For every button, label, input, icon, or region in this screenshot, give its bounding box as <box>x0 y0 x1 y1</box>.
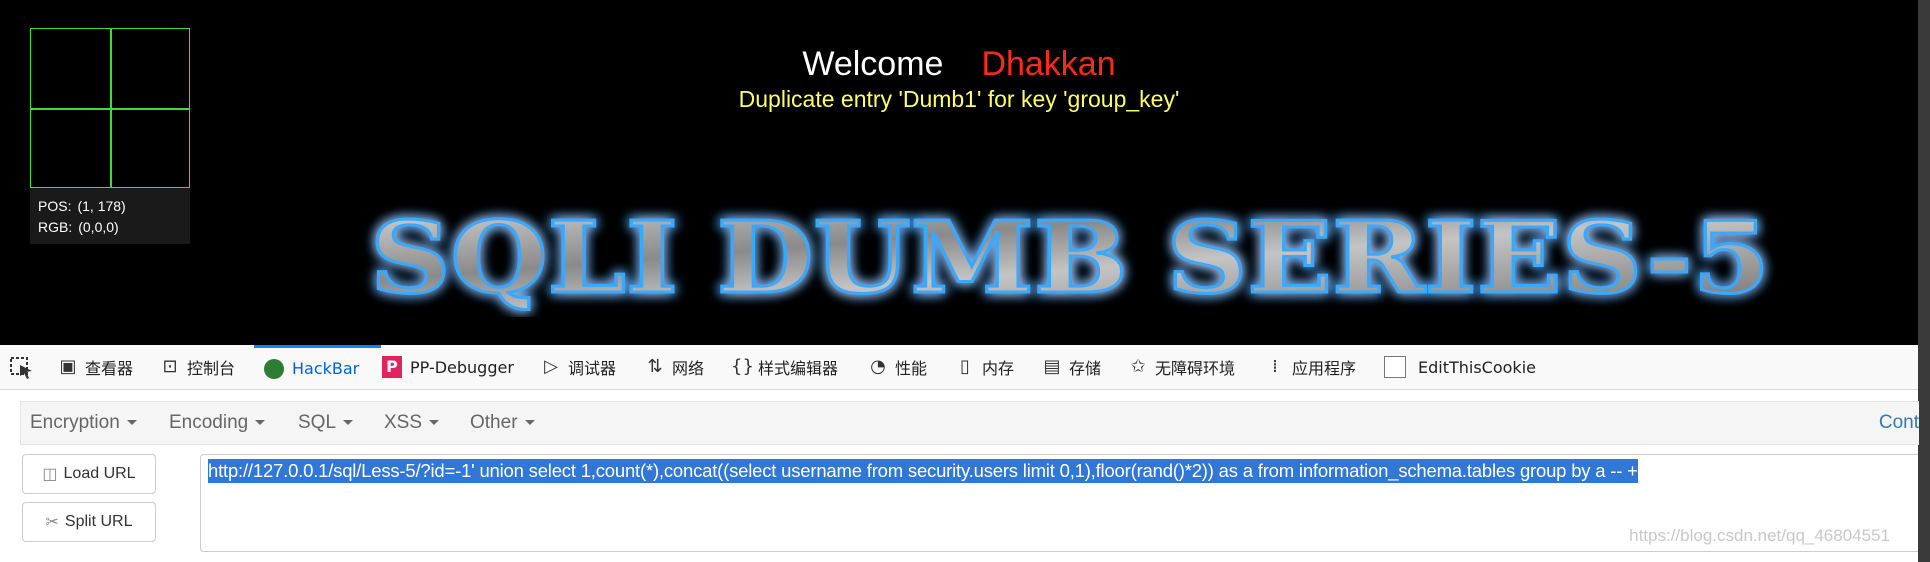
scissors-icon: ✂ <box>45 514 59 531</box>
caret-down-icon <box>255 420 266 426</box>
split-url-button[interactable]: ✂ Split URL <box>22 502 156 542</box>
watermark: https://blog.csdn.net/qq_46804551 <box>1629 526 1890 545</box>
pos-value: (1, 178) <box>77 198 126 214</box>
hackbar-icon <box>264 358 284 379</box>
menu-encryption[interactable]: Encryption <box>30 402 137 444</box>
load-url-button[interactable]: ◫ Load URL <box>22 454 156 494</box>
tab-hackbar[interactable]: HackBar <box>254 345 381 389</box>
welcome-label: Welcome <box>802 45 944 83</box>
storage-icon: ▤ <box>1043 356 1061 377</box>
menu-xss[interactable]: XSS <box>384 402 440 444</box>
inspector-icon: ▣ <box>59 356 77 377</box>
load-icon: ◫ <box>42 466 58 483</box>
magnifier-grid <box>30 28 190 188</box>
debugger-icon: ▷ <box>544 356 558 377</box>
network-icon: ⇅ <box>647 356 663 377</box>
welcome-username: Dhakkan <box>981 45 1116 83</box>
devtools-panel: ▣ 查看器 ⊡ 控制台 HackBar P PP-Debugger ▷ 调试器 ⇅ 网络 … <box>0 345 1919 562</box>
window-edge <box>1918 0 1930 562</box>
caret-down-icon <box>126 420 137 426</box>
hackbar-menu: Encryption Encoding SQL XSS Other Cont <box>20 401 1919 445</box>
caret-down-icon <box>429 420 440 426</box>
checkbox-icon <box>1384 356 1406 378</box>
position-readout: POS: (1, 178) <box>38 198 126 214</box>
tab-memory[interactable]: ▯ 内存 <box>955 345 1014 389</box>
memory-icon: ▯ <box>960 356 970 377</box>
tab-storage[interactable]: ▤ 存储 <box>1042 345 1101 389</box>
menu-sql[interactable]: SQL <box>298 402 354 444</box>
pos-label: POS: <box>38 198 72 214</box>
tab-application[interactable]: ⁞ 应用程序 <box>1265 345 1356 389</box>
tab-pp-debugger[interactable]: P PP-Debugger <box>382 345 514 389</box>
error-message: Duplicate entry 'Dumb1' for key 'group_k… <box>738 86 1180 112</box>
tab-editthiscookie[interactable]: EditThisCookie <box>1384 345 1536 389</box>
devtools-tabbar: ▣ 查看器 ⊡ 控制台 HackBar P PP-Debugger ▷ 调试器 ⇅ 网络 … <box>0 345 1918 390</box>
tab-debugger[interactable]: ▷ 调试器 <box>541 345 616 389</box>
tab-performance[interactable]: ◔ 性能 <box>868 345 927 389</box>
page-content: Welcome Dhakkan Duplicate entry 'Dumb1' f… <box>0 0 1918 345</box>
tab-style-editor[interactable]: {} 样式编辑器 <box>731 345 838 389</box>
url-text-selected: http://127.0.0.1/sql/Less-5/?id=-1' unio… <box>208 459 1638 483</box>
pixel-inspector: POS: (1, 178) RGB: (0,0,0) <box>30 28 190 244</box>
pp-debugger-icon: P <box>382 356 402 378</box>
tab-accessibility[interactable]: ✩ 无障碍环境 <box>1128 345 1235 389</box>
contribute-link[interactable]: Cont <box>1879 402 1919 444</box>
element-picker-icon[interactable] <box>10 357 34 379</box>
tab-inspector[interactable]: ▣ 查看器 <box>58 345 133 389</box>
banner-text: SQLI DUMB SERIES-5 <box>370 201 1770 316</box>
tab-console[interactable]: ⊡ 控制台 <box>160 345 235 389</box>
rgb-label: RGB: <box>38 219 73 235</box>
application-icon: ⁞ <box>1272 356 1278 377</box>
welcome-line: Welcome Dhakkan <box>0 44 1918 84</box>
tab-network[interactable]: ⇅ 网络 <box>645 345 704 389</box>
menu-other[interactable]: Other <box>470 402 535 444</box>
performance-icon: ◔ <box>870 356 886 377</box>
color-readout: RGB: (0,0,0) <box>38 219 119 235</box>
banner-title: SQLI DUMB SERIES-5 <box>369 200 1772 318</box>
caret-down-icon <box>524 420 535 426</box>
rgb-value: (0,0,0) <box>78 219 119 235</box>
caret-down-icon <box>343 420 354 426</box>
console-icon: ⊡ <box>162 356 178 377</box>
menu-encoding[interactable]: Encoding <box>169 402 266 444</box>
style-editor-icon: {} <box>731 356 754 377</box>
accessibility-icon: ✩ <box>1130 356 1146 377</box>
